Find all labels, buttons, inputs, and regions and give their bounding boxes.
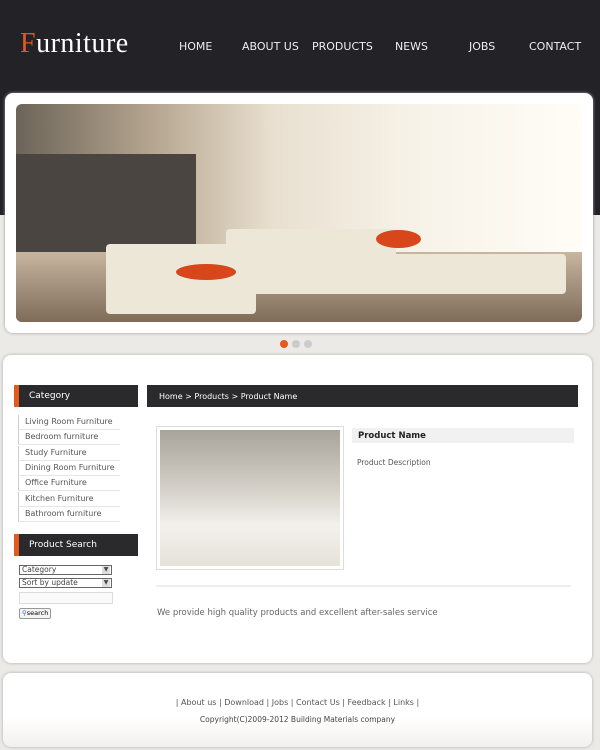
nav-jobs[interactable]: JOBS — [469, 40, 495, 53]
product-description: Product Description — [357, 458, 431, 467]
banner — [5, 93, 593, 333]
banner-image — [16, 104, 582, 322]
slide-dot-1[interactable] — [280, 340, 288, 348]
category-item[interactable]: Bathroom furniture — [18, 506, 120, 522]
footer-link[interactable]: Contact Us — [296, 698, 340, 707]
footer-link[interactable]: Feedback — [348, 698, 386, 707]
logo[interactable]: Furniture — [20, 28, 129, 60]
nav-about[interactable]: ABOUT US — [242, 40, 299, 53]
search-input[interactable] — [19, 592, 113, 604]
nav-contact[interactable]: CONTACT — [529, 40, 581, 53]
nav-home[interactable]: HOME — [179, 40, 212, 53]
slider-dots — [280, 340, 312, 348]
footer-link[interactable]: Jobs — [272, 698, 289, 707]
footer: | About us | Download | Jobs | Contact U… — [3, 673, 592, 747]
footer-link[interactable]: About us — [181, 698, 216, 707]
category-item[interactable]: Office Furniture — [18, 476, 120, 492]
copyright: Copyright(C)2009-2012 Building Materials… — [199, 715, 396, 724]
tagline: We provide high quality products and exc… — [157, 608, 438, 618]
product-name: Product Name — [352, 428, 574, 443]
category-item[interactable]: Study Furniture — [18, 445, 120, 461]
sort-select[interactable]: Sort by update — [19, 578, 112, 588]
category-heading: Category — [14, 385, 138, 407]
nav-products[interactable]: PRODUCTS — [312, 40, 373, 53]
footer-link[interactable]: Links — [393, 698, 414, 707]
category-select[interactable]: Category — [19, 565, 112, 575]
product-search-heading: Product Search — [14, 534, 138, 556]
search-button[interactable]: ⚲search — [19, 608, 52, 619]
category-item[interactable]: Kitchen Furniture — [18, 491, 120, 507]
footer-links: | About us | Download | Jobs | Contact U… — [175, 698, 420, 707]
footer-link[interactable]: Download — [224, 698, 264, 707]
product-image[interactable] — [156, 426, 344, 570]
nav-news[interactable]: NEWS — [395, 40, 428, 53]
slide-dot-2[interactable] — [292, 340, 300, 348]
category-item[interactable]: Bedroom furniture — [18, 430, 120, 446]
slide-dot-3[interactable] — [304, 340, 312, 348]
category-item[interactable]: Dining Room Furniture — [18, 460, 120, 476]
breadcrumb: Home > Products > Product Name — [147, 385, 578, 407]
category-item[interactable]: Living Room Furniture — [18, 415, 120, 430]
divider — [156, 585, 571, 587]
